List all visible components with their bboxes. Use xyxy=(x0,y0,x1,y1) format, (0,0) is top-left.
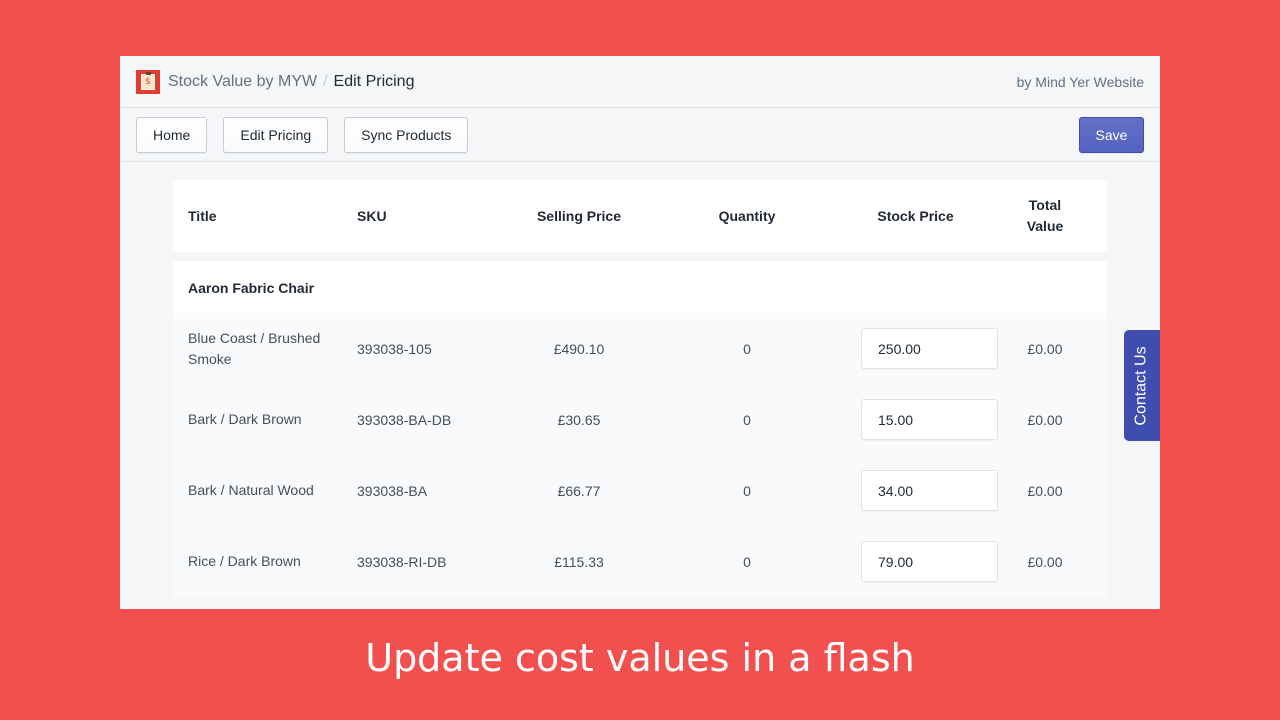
column-header-total-value: Total Value xyxy=(983,195,1107,237)
pricing-table: Title SKU Selling Price Quantity Stock P… xyxy=(173,180,1107,597)
product-group-row: Aaron Fabric Chair xyxy=(173,262,1107,313)
table-header: Title SKU Selling Price Quantity Stock P… xyxy=(173,180,1107,252)
table-row: Bark / Natural Wood 393038-BA £66.77 0 £… xyxy=(173,455,1107,526)
product-group-title: Aaron Fabric Chair xyxy=(188,279,315,296)
clipboard-dollar-icon: $ xyxy=(136,69,160,94)
total-value: £0.00 xyxy=(1027,482,1063,499)
toolbar: Home Edit Pricing Sync Products Save xyxy=(120,108,1160,162)
app-window: $ Stock Value by MYW / Edit Pricing by M… xyxy=(120,56,1160,609)
total-value-line2: Value xyxy=(1026,218,1064,234)
quantity: 0 xyxy=(743,553,751,570)
variant-sku: 393038-RI-DB xyxy=(357,553,447,570)
selling-price: £115.33 xyxy=(554,553,604,570)
variant-title: Bark / Dark Brown xyxy=(188,411,302,427)
variant-sku: 393038-BA xyxy=(357,482,428,499)
save-button[interactable]: Save xyxy=(1079,116,1144,153)
stock-price-input[interactable] xyxy=(861,541,998,582)
quantity: 0 xyxy=(743,482,751,499)
table-row: Blue Coast / Brushed Smoke 393038-105 £4… xyxy=(173,313,1107,384)
edit-pricing-button[interactable]: Edit Pricing xyxy=(223,116,329,153)
total-value-line1: Total xyxy=(1028,197,1062,213)
logo-glyph: $ xyxy=(141,71,155,90)
column-header-title: Title xyxy=(188,208,217,224)
home-button[interactable]: Home xyxy=(136,116,208,153)
selling-price: £66.77 xyxy=(557,482,601,499)
promo-caption: Update cost values in a flash xyxy=(365,636,915,680)
contact-us-label: Contact Us xyxy=(1133,345,1151,426)
quantity: 0 xyxy=(743,411,751,428)
total-value: £0.00 xyxy=(1027,340,1063,357)
title-bar: $ Stock Value by MYW / Edit Pricing by M… xyxy=(120,56,1160,108)
developer-credit: by Mind Yer Website xyxy=(1016,73,1144,90)
column-header-sku: SKU xyxy=(357,208,387,224)
stock-price-input[interactable] xyxy=(861,399,998,440)
breadcrumb-current-page: Edit Pricing xyxy=(333,72,415,90)
contact-us-tab[interactable]: Contact Us xyxy=(1124,330,1160,441)
table-row: Bark / Dark Brown 393038-BA-DB £30.65 0 … xyxy=(173,384,1107,455)
total-value: £0.00 xyxy=(1027,553,1063,570)
column-header-selling-price: Selling Price xyxy=(536,208,622,224)
column-header-quantity: Quantity xyxy=(718,208,776,224)
variant-title: Blue Coast / Brushed Smoke xyxy=(188,329,321,367)
variant-sku: 393038-BA-DB xyxy=(357,411,452,428)
variant-title: Rice / Dark Brown xyxy=(188,553,301,569)
stock-price-input[interactable] xyxy=(861,470,998,511)
breadcrumb-separator: / xyxy=(323,72,328,90)
stock-price-input[interactable] xyxy=(861,328,998,369)
breadcrumb-app-name[interactable]: Stock Value by MYW xyxy=(168,73,317,91)
variant-sku: 393038-105 xyxy=(357,340,432,357)
selling-price: £490.10 xyxy=(553,340,605,357)
table-row: Rice / Dark Brown 393038-RI-DB £115.33 0… xyxy=(173,526,1107,597)
selling-price: £30.65 xyxy=(557,411,601,428)
variant-rows: Blue Coast / Brushed Smoke 393038-105 £4… xyxy=(173,313,1107,597)
variant-title: Bark / Natural Wood xyxy=(188,482,314,498)
total-value: £0.00 xyxy=(1027,411,1063,428)
column-header-stock-price: Stock Price xyxy=(877,208,954,224)
quantity: 0 xyxy=(743,340,751,357)
sync-products-button[interactable]: Sync Products xyxy=(344,116,469,153)
